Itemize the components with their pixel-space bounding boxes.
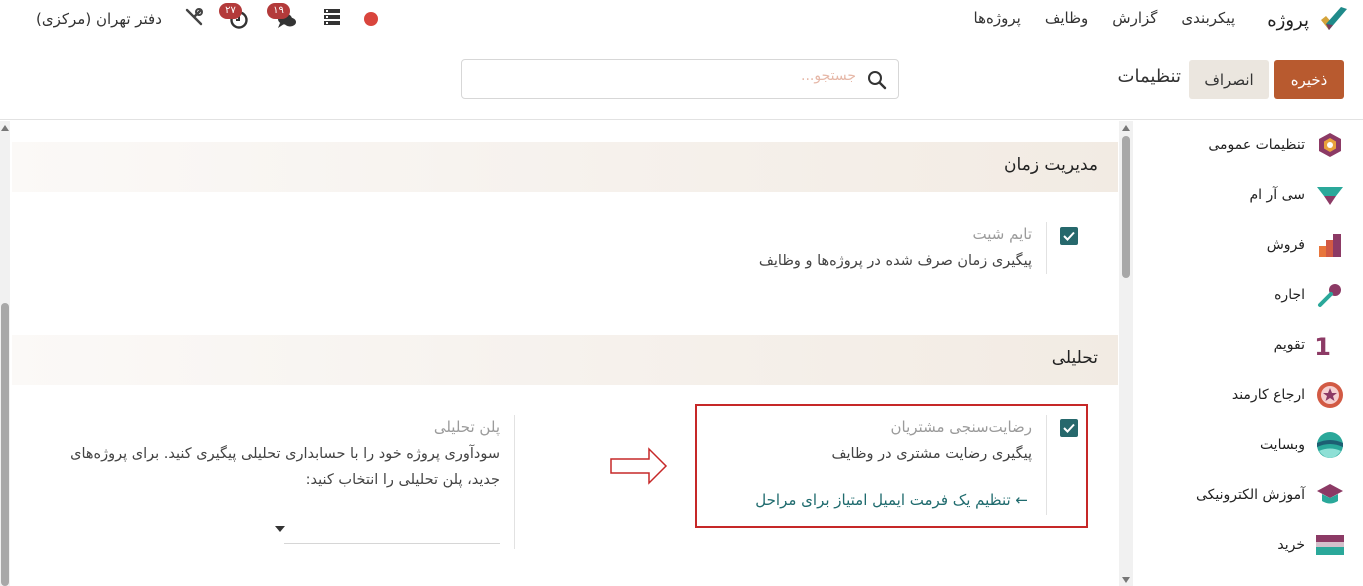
- timesheet-desc: پیگیری زمان صرف شده در پروژه‌ها و وظایف: [758, 253, 1032, 269]
- analytic-plan-title: پلن تحلیلی: [433, 418, 500, 436]
- rating-checkbox[interactable]: [1060, 419, 1078, 437]
- control-panel: ذخیره انصراف تنظیمات: [0, 40, 1363, 120]
- section-title: مدیریت زمان: [1004, 155, 1098, 175]
- divider: [1046, 415, 1047, 515]
- messages-count-badge: ۱۹: [267, 3, 290, 19]
- debug-tools-icon[interactable]: [184, 7, 204, 31]
- save-button[interactable]: ذخیره: [1274, 60, 1344, 99]
- referral-icon: [1315, 380, 1345, 410]
- sidebar-item-general-settings[interactable]: تنظیمات عمومی: [1208, 130, 1345, 160]
- check-icon: [1063, 423, 1075, 433]
- main-menu: پروژه‌ها وظایف گزارش پیکربندی: [974, 9, 1235, 27]
- scrollbar-thumb[interactable]: [1, 303, 9, 586]
- rating-title: رضایت‌سنجی مشتریان: [890, 418, 1032, 436]
- rating-email-template-link[interactable]: ← تنظیم یک فرمت ایمیل امتیاز برای مراحل: [755, 491, 1028, 509]
- section-time-management: مدیریت زمان: [12, 142, 1118, 192]
- sidebar-item-crm[interactable]: سی آر ام: [1249, 180, 1345, 210]
- systray: دفتر تهران (مرکزی) ۲۷ ۱۹: [36, 3, 378, 32]
- menu-item-tasks[interactable]: وظایف: [1045, 9, 1088, 27]
- content-scrollbar[interactable]: [0, 121, 10, 586]
- sales-icon: [1315, 230, 1345, 260]
- sidebar-item-label: تنظیمات عمومی: [1208, 137, 1305, 153]
- cancel-button[interactable]: انصراف: [1189, 60, 1269, 99]
- sidebar-item-label: اجاره: [1274, 287, 1305, 303]
- check-icon: [1063, 231, 1075, 241]
- sidebar-item-label: تقویم: [1273, 337, 1305, 353]
- section-title: تحلیلی: [1051, 348, 1098, 368]
- menu-item-configuration[interactable]: پیکربندی: [1181, 9, 1235, 27]
- timesheet-title: تایم شیت: [972, 225, 1033, 243]
- sidebar-item-label: خرید: [1277, 537, 1305, 553]
- sidebar-item-label: فروش: [1266, 237, 1305, 253]
- sidebar-item-label: ارجاع کارمند: [1231, 387, 1305, 403]
- project-app-icon: [1319, 6, 1349, 34]
- app-brand[interactable]: پروژه: [1267, 6, 1349, 34]
- sidebar-item-elearning[interactable]: آموزش الکترونیکی: [1196, 480, 1345, 510]
- sidebar-item-purchase[interactable]: خرید: [1277, 530, 1345, 560]
- annotation-arrow-icon: [610, 447, 668, 485]
- rating-desc: پیگیری رضایت مشتری در وظایف: [831, 446, 1032, 462]
- crm-icon: [1315, 180, 1345, 210]
- analytic-plan-desc: سودآوری پروژه خود را با حسابداری تحلیلی …: [70, 446, 500, 488]
- menu-item-projects[interactable]: پروژه‌ها: [974, 9, 1021, 27]
- company-switcher[interactable]: دفتر تهران (مرکزی): [36, 10, 162, 28]
- website-icon: [1315, 430, 1345, 460]
- sidebar-item-referral[interactable]: ارجاع کارمند: [1232, 380, 1345, 410]
- analytic-plan-select[interactable]: [284, 543, 500, 544]
- arrow-left-icon: ←: [1010, 491, 1028, 509]
- settings-sidebar: تنظیمات عمومی سی آر ام فروش اجاره 31 تقو…: [1131, 121, 1363, 586]
- section-analytics: تحلیلی: [12, 335, 1118, 385]
- top-navbar: پروژه پروژه‌ها وظایف گزارش پیکربندی دفتر…: [0, 0, 1363, 40]
- sidebar-item-sales[interactable]: فروش: [1267, 230, 1345, 260]
- sidebar-item-rental[interactable]: اجاره: [1274, 280, 1345, 310]
- timesheet-checkbox[interactable]: [1060, 227, 1078, 245]
- chevron-down-icon[interactable]: [275, 526, 285, 532]
- link-label: تنظیم یک فرمت ایمیل امتیاز برای مراحل: [755, 491, 1011, 509]
- elearning-icon: [1315, 480, 1345, 510]
- svg-text:1: 1: [1316, 333, 1331, 358]
- search-icon[interactable]: [866, 69, 888, 91]
- activity-count-badge: ۲۷: [219, 3, 242, 19]
- sidebar-item-label: آموزش الکترونیکی: [1195, 487, 1305, 503]
- messaging-button[interactable]: ۱۹: [267, 3, 300, 32]
- sidebar-item-label: سی آر ام: [1249, 187, 1305, 203]
- divider: [1046, 222, 1047, 274]
- activity-button[interactable]: ۲۷: [219, 3, 252, 32]
- settings-content: مدیریت زمان تایم شیت پیگیری زمان صرف شده…: [12, 121, 1118, 586]
- search-input[interactable]: [486, 68, 856, 84]
- app-title: پروژه: [1267, 9, 1309, 31]
- sidebar-item-calendar[interactable]: 31 تقویم: [1274, 330, 1345, 360]
- scroll-up-icon[interactable]: [1, 125, 9, 131]
- page-title: تنظیمات: [1117, 66, 1181, 87]
- general-settings-icon: [1315, 130, 1345, 160]
- rental-icon: [1315, 280, 1345, 310]
- server-list-icon[interactable]: [322, 8, 342, 30]
- sidebar-item-label: وبسایت: [1259, 437, 1305, 453]
- scroll-down-icon[interactable]: [1122, 577, 1130, 583]
- status-dot-icon[interactable]: [363, 12, 378, 26]
- calendar-icon: 31: [1315, 330, 1345, 360]
- scroll-up-icon[interactable]: [1122, 125, 1130, 131]
- menu-item-reporting[interactable]: گزارش: [1112, 9, 1157, 27]
- sidebar-scrollbar[interactable]: [1119, 121, 1133, 586]
- divider: [514, 415, 515, 549]
- search-box: [461, 59, 899, 99]
- scrollbar-thumb[interactable]: [1122, 136, 1130, 278]
- sidebar-item-website[interactable]: وبسایت: [1260, 430, 1345, 460]
- purchase-icon: [1315, 530, 1345, 560]
